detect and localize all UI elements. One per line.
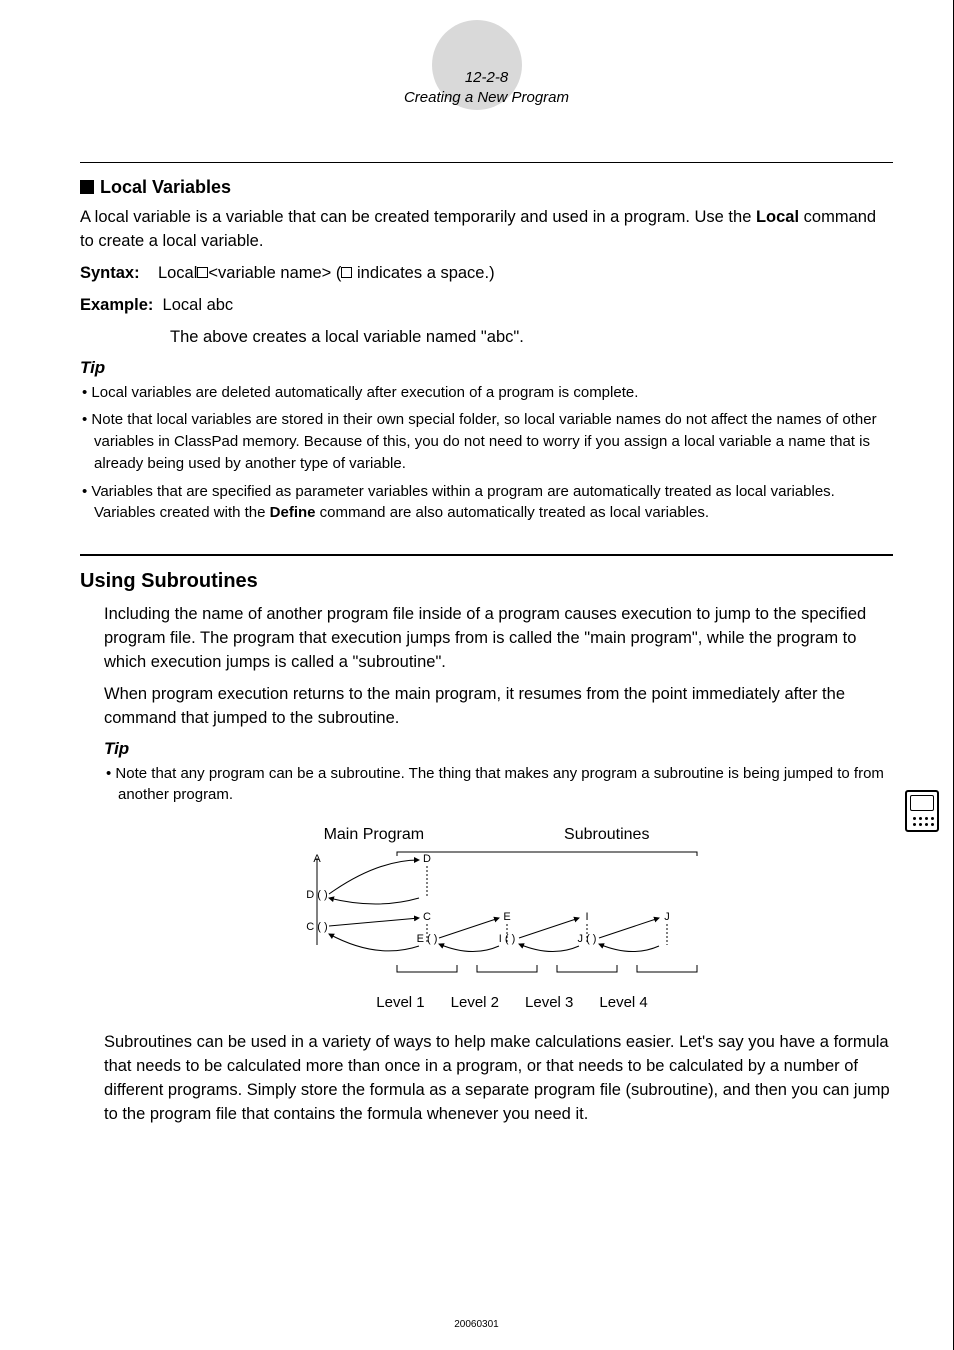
- node-J: J: [664, 911, 670, 923]
- local-vars-intro: A local variable is a variable that can …: [80, 206, 893, 254]
- square-bullet-icon: [80, 180, 94, 194]
- tip-label-1: Tip: [80, 358, 893, 378]
- heading-using-subroutines: Using Subroutines: [80, 570, 893, 593]
- sub-p3: Subroutines can be used in a variety of …: [104, 1031, 893, 1127]
- rule-thick: [80, 554, 893, 556]
- tip-bullet-1: Local variables are deleted automaticall…: [80, 382, 893, 404]
- sub-p2: When program execution returns to the ma…: [104, 683, 893, 731]
- section-number: 12-2-8: [80, 68, 893, 88]
- intro-pre: A local variable is a variable that can …: [80, 208, 756, 226]
- syntax-pre: Local: [158, 264, 197, 282]
- example-line: Example: Local abc: [80, 294, 893, 318]
- syntax-line: Syntax: Local <variable name> ( indicates…: [80, 262, 893, 286]
- syntax-mid: <variable name> (: [208, 264, 341, 282]
- space-glyph-icon: [197, 267, 208, 278]
- syntax-label: Syntax:: [80, 264, 140, 282]
- level-2: Level 2: [451, 994, 499, 1011]
- node-I: I: [585, 911, 588, 923]
- tip3-bold: Define: [270, 504, 316, 521]
- page-header: 12-2-8 Creating a New Program: [80, 30, 893, 107]
- calculator-icon: [905, 790, 939, 832]
- node-C: C: [423, 911, 431, 923]
- diagram-main-label: Main Program: [324, 826, 424, 844]
- example-label: Example:: [80, 296, 153, 314]
- tip3-post: command are also automatically treated a…: [316, 504, 710, 521]
- space-glyph-icon-2: [341, 267, 352, 278]
- node-A: A: [313, 853, 321, 865]
- level-1: Level 1: [376, 994, 424, 1011]
- tip-label-2: Tip: [104, 739, 893, 759]
- call-I: I ( ): [498, 933, 515, 945]
- call-C: C ( ): [306, 921, 327, 933]
- node-E: E: [503, 911, 510, 923]
- intro-bold: Local: [756, 208, 799, 226]
- heading-local-variables: Local Variables: [80, 177, 893, 198]
- sub-p1: Including the name of another program fi…: [104, 603, 893, 675]
- example-note: The above creates a local variable named…: [80, 326, 893, 350]
- tip-bullet-2: Note that local variables are stored in …: [80, 409, 893, 474]
- diagram-sub-label: Subroutines: [564, 826, 649, 844]
- syntax-post: indicates a space.): [352, 264, 494, 282]
- level-3: Level 3: [525, 994, 573, 1011]
- call-J: J ( ): [577, 933, 596, 945]
- heading-text: Local Variables: [100, 177, 231, 197]
- diagram-svg: A D ( ) C ( ) D C E ( ): [247, 850, 727, 990]
- tip-bullet-3: Variables that are specified as paramete…: [80, 481, 893, 525]
- call-D: D ( ): [306, 889, 327, 901]
- example-body: Local abc: [163, 296, 234, 314]
- rule-thin: [80, 162, 893, 163]
- sub-tip: Note that any program can be a subroutin…: [104, 763, 893, 807]
- call-E: E ( ): [416, 933, 437, 945]
- node-D: D: [423, 853, 431, 865]
- section-title: Creating a New Program: [80, 88, 893, 108]
- footer-code: 20060301: [0, 1319, 953, 1330]
- level-4: Level 4: [599, 994, 647, 1011]
- subroutine-diagram: Main Program Subroutines A D ( ): [80, 826, 893, 1011]
